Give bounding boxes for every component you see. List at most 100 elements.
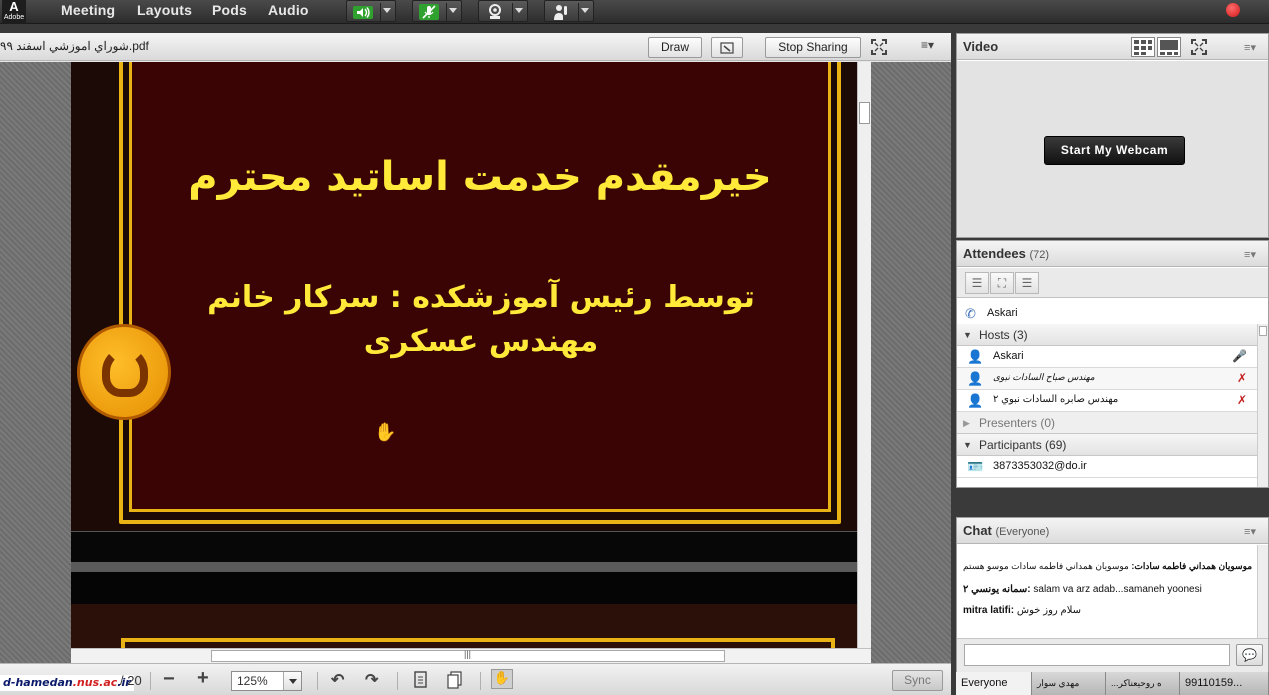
adobe-logo-glyph: A (9, 0, 19, 14)
speaker-icon[interactable] (352, 3, 374, 21)
zoom-select[interactable]: 125% (231, 671, 302, 691)
chat-message: سمانه يونسي ۲: salam va arz adab...saman… (963, 584, 1202, 595)
attendee-name: مهندس صابره السادات نبوي ۲ (993, 394, 1119, 405)
microphone-active-icon: 🎤 (1232, 349, 1247, 363)
watermark-left: d-hamedan (3, 676, 73, 689)
vertical-scrollbar[interactable] (857, 62, 871, 663)
presenters-group-header[interactable]: ▶ Presenters (0) (957, 412, 1257, 434)
webcam-icon[interactable] (485, 3, 505, 21)
zoom-value: 125% (237, 674, 268, 688)
slide-subtitle: توسط رئیس آموزشکده : سرکار خانم مهندس عس… (207, 280, 755, 359)
draw-button[interactable]: Draw (648, 37, 702, 58)
hand-cursor-icon: ✋ (374, 422, 397, 442)
recording-indicator-icon[interactable] (1226, 3, 1240, 17)
slide-separator-dark (71, 572, 857, 604)
page-total: / 20 (120, 673, 142, 688)
webcam-control[interactable] (478, 0, 528, 22)
chat-message: موسويان همداني فاطمه سادات: موسويان همدا… (963, 561, 1252, 572)
chat-text: salam va arz adab...samaneh yoonesi (1030, 584, 1202, 595)
chat-input-row: 💬 (957, 638, 1268, 672)
share-pod-header: شوراي اموزشي اسفند ۹۹.pdf Draw Stop Shar… (0, 33, 951, 61)
breakout-view-icon[interactable]: ⛶ (990, 272, 1014, 294)
attendee-row[interactable]: 👤 مهندس صباح السادات نبوی ✗ (957, 368, 1257, 390)
slide-separator-band (71, 562, 857, 572)
chat-input[interactable] (964, 644, 1230, 666)
filmstrip-view-icon[interactable] (1157, 37, 1181, 57)
top-menu-bar: A Adobe Meeting Layouts Pods Audio (0, 0, 1269, 24)
fullscreen-icon[interactable] (871, 39, 887, 55)
participants-group-label: Participants (69) (979, 438, 1067, 452)
pointer-tool-icon (720, 42, 734, 54)
menu-layouts[interactable]: Layouts (137, 2, 192, 18)
fit-page-icon[interactable] (447, 671, 463, 689)
hosts-group-header[interactable]: ▼ Hosts (3) (957, 324, 1257, 346)
sync-view-button[interactable] (711, 37, 743, 58)
document-name: شوراي اموزشي اسفند ۹۹.pdf (0, 39, 149, 53)
vertical-scroll-thumb[interactable] (859, 102, 870, 124)
rotate-right-icon[interactable]: ↷ (365, 670, 378, 690)
chat-tab-everyone[interactable]: Everyone (956, 672, 1032, 695)
document-viewer[interactable]: خیرمقدم خدمت اساتید محترم توسط رئیس آموز… (0, 62, 951, 663)
stop-sharing-button[interactable]: Stop Sharing (765, 37, 861, 58)
rotate-left-icon[interactable]: ↶ (331, 670, 344, 690)
attendee-row[interactable]: 🪪 3873353032@do.ir (957, 456, 1257, 478)
caret-right-icon: ▶ (963, 418, 970, 428)
speaker-dropdown-icon[interactable] (383, 8, 391, 13)
chat-text: سلام روز خوش (1014, 605, 1082, 616)
sync-button[interactable]: Sync (892, 670, 943, 691)
hand-tool-icon[interactable]: ✋ (491, 669, 513, 689)
start-webcam-button[interactable]: Start My Webcam (1044, 136, 1185, 165)
menu-pods[interactable]: Pods (212, 2, 247, 18)
chat-tab-private[interactable]: ...ه روحيعناكر (1106, 672, 1180, 695)
status-control[interactable] (544, 0, 594, 22)
chevron-down-icon[interactable] (283, 672, 301, 690)
share-pod: شوراي اموزشي اسفند ۹۹.pdf Draw Stop Shar… (0, 33, 951, 695)
menu-meeting[interactable]: Meeting (61, 2, 115, 18)
chat-scrollbar[interactable] (1257, 545, 1268, 638)
caret-down-icon: ▼ (963, 440, 972, 450)
zoom-in-icon[interactable]: + (197, 667, 209, 690)
chat-tab-private[interactable]: 99110159... (1180, 672, 1269, 695)
hosts-group-label: Hosts (3) (979, 328, 1028, 342)
attendee-row[interactable]: 👤 مهندس صابره السادات نبوي ۲ ✗ (957, 390, 1257, 412)
attendee-name: مهندس صباح السادات نبوی (993, 372, 1095, 382)
chat-tab-private[interactable]: مهدي سوار (1032, 672, 1106, 695)
page-total-value: 20 (127, 673, 142, 688)
adobe-logo: A Adobe (2, 0, 26, 24)
attendees-pod-menu-icon[interactable]: ≡▾ (1244, 248, 1256, 261)
user-status-icon[interactable]: ☰ (1015, 272, 1039, 294)
horizontal-scrollbar[interactable]: ||| (71, 648, 871, 663)
pod-menu-icon[interactable]: ≡▾ (921, 38, 934, 52)
chat-tabs: Everyone مهدي سوار ...ه روحيعناكر 991101… (956, 672, 1269, 695)
chat-pod-menu-icon[interactable]: ≡▾ (1244, 525, 1256, 538)
attendee-row[interactable]: 👤 Askari 🎤 (957, 346, 1257, 368)
chat-messages: موسويان همداني فاطمه سادات: موسويان همدا… (957, 545, 1257, 638)
menu-audio[interactable]: Audio (268, 2, 309, 18)
status-dropdown-icon[interactable] (581, 8, 589, 13)
chat-message: mitra latifi: سلام روز خوش (963, 605, 1081, 616)
webcam-dropdown-icon[interactable] (515, 8, 523, 13)
grid-view-icon[interactable] (1131, 37, 1155, 57)
user-card-icon: 🪪 (967, 459, 984, 474)
microphone-muted-icon[interactable] (418, 3, 440, 21)
list-view-icon[interactable]: ☰ (965, 272, 989, 294)
attendees-scroll-thumb[interactable] (1259, 326, 1267, 336)
video-fullscreen-icon[interactable] (1191, 39, 1207, 55)
speaker-control[interactable] (346, 0, 396, 22)
horizontal-scroll-thumb[interactable]: ||| (211, 649, 725, 662)
participants-group-header[interactable]: ▼ Participants (69) (957, 434, 1257, 456)
slide-title: خیرمقدم خدمت اساتید محترم (188, 154, 772, 200)
microphone-control[interactable] (412, 0, 462, 22)
send-message-icon[interactable]: 💬 (1236, 644, 1263, 666)
video-pod-menu-icon[interactable]: ≡▾ (1244, 41, 1256, 54)
attendees-scrollbar[interactable] (1257, 324, 1268, 487)
microphone-dropdown-icon[interactable] (449, 8, 457, 13)
adobe-logo-word: Adobe (3, 14, 25, 21)
raise-hand-icon[interactable] (551, 3, 571, 21)
attendees-pod-title: Attendees (72) (963, 246, 1049, 261)
fit-width-icon[interactable] (413, 671, 429, 689)
video-pod-header: Video ≡▾ (957, 34, 1268, 60)
chat-pod: Chat (Everyone) ≡▾ موسويان همداني فاطمه … (956, 517, 1269, 672)
zoom-out-icon[interactable]: − (163, 668, 175, 691)
college-logo-icon (77, 324, 171, 420)
